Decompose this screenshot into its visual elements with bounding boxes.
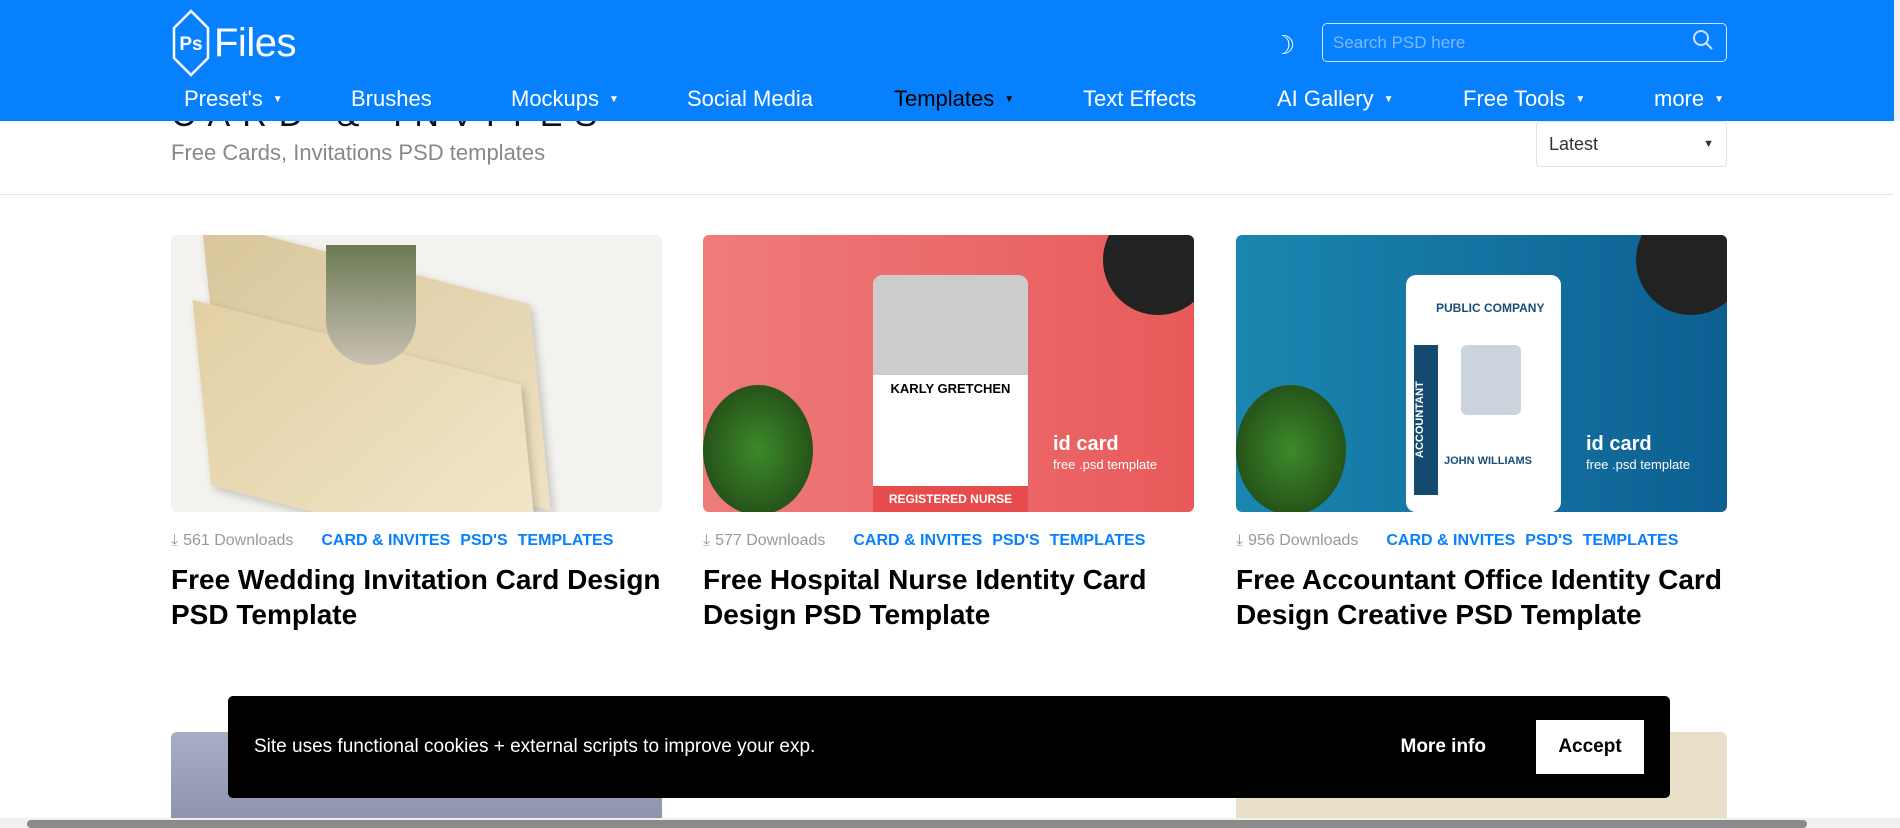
download-icon: ⤓ <box>1236 532 1244 549</box>
ps-hexagon-logo-icon: Ps <box>172 9 210 77</box>
nav-label: Mockups <box>511 86 600 111</box>
sort-select[interactable]: Latest ▼ <box>1536 121 1727 167</box>
tag-link[interactable]: PSD'S <box>1525 532 1572 550</box>
download-icon: ⤓ <box>171 532 179 549</box>
divider <box>0 194 1894 195</box>
tag-link[interactable]: TEMPLATES <box>518 532 614 550</box>
tag-link[interactable]: CARD & INVITES <box>321 532 450 550</box>
card-thumbnail[interactable] <box>171 235 662 512</box>
scrollbar-thumb[interactable] <box>27 820 1807 828</box>
id-role: REGISTERED NURSE <box>873 486 1028 512</box>
image-subcaption: free .psd template <box>1053 457 1158 472</box>
search-box <box>1322 23 1727 62</box>
site-logo[interactable]: Ps Files <box>171 8 296 78</box>
caret-down-icon: ▼ <box>1004 94 1015 105</box>
sort-value: Latest <box>1549 133 1599 154</box>
cookie-banner: Site uses functional cookies + external … <box>228 696 1670 798</box>
horizontal-scrollbar[interactable] <box>0 818 1900 828</box>
tag-link[interactable]: CARD & INVITES <box>853 532 982 550</box>
page-subtitle: Free Cards, Invitations PSD templates <box>171 140 546 165</box>
nav-more[interactable]: more ▼ <box>1654 86 1724 112</box>
caret-down-icon: ▼ <box>1575 94 1586 105</box>
downloads-label: 956 Downloads <box>1248 532 1359 549</box>
nav-templates[interactable]: Templates ▼ <box>894 86 1014 112</box>
caret-down-icon: ▼ <box>1714 94 1725 105</box>
nav-social-media[interactable]: Social Media <box>687 86 813 112</box>
search-input[interactable] <box>1323 32 1692 53</box>
image-caption: id card <box>1586 433 1652 455</box>
nav-label: Social Media <box>687 86 813 111</box>
id-company: PUBLIC COMPANY <box>1436 301 1545 315</box>
id-vertical-text: ACCOUNTANT <box>1414 345 1438 495</box>
product-card: KARLY GRETCHEN REGISTERED NURSE id card … <box>703 235 1194 632</box>
card-meta: ⤓ 956 Downloads CARD & INVITES PSD'S TEMP… <box>1236 532 1727 550</box>
downloads-count: ⤓ 561 Downloads <box>171 532 293 550</box>
image-caption: id card <box>1053 433 1119 455</box>
svg-text:Ps: Ps <box>179 34 202 55</box>
nav-label: Free Tools <box>1463 86 1566 111</box>
card-meta: ⤓ 561 Downloads CARD & INVITES PSD'S TEMP… <box>171 532 662 550</box>
logo-text: Files <box>214 20 296 65</box>
caret-down-icon: ▼ <box>609 94 619 105</box>
product-card: PUBLIC COMPANY ACCOUNTANT JOHN WILLIAMS … <box>1236 235 1727 632</box>
tag-link[interactable]: PSD'S <box>992 532 1039 550</box>
id-name: JOHN WILLIAMS <box>1444 455 1532 467</box>
card-title-link[interactable]: Free Hospital Nurse Identity Card Design… <box>703 562 1194 632</box>
cookie-message: Site uses functional cookies + external … <box>254 736 816 757</box>
nav-text-effects[interactable]: Text Effects <box>1083 86 1196 112</box>
nav-presets[interactable]: Preset's ▼ <box>184 86 283 112</box>
nav-label: Brushes <box>351 86 432 111</box>
nav-label: Preset's <box>184 86 263 111</box>
id-name: KARLY GRETCHEN <box>890 381 1011 396</box>
nav-label: Text Effects <box>1083 86 1197 111</box>
nav-label: AI Gallery <box>1277 86 1374 111</box>
image-subcaption: free .psd template <box>1586 457 1691 472</box>
tag-link[interactable]: PSD'S <box>460 532 507 550</box>
tag-link[interactable]: CARD & INVITES <box>1386 532 1515 550</box>
caret-down-icon: ▼ <box>1703 138 1714 150</box>
nav-label: more <box>1654 86 1705 111</box>
tag-link[interactable]: TEMPLATES <box>1050 532 1146 550</box>
downloads-count: ⤓ 956 Downloads <box>1236 532 1358 550</box>
search-icon[interactable] <box>1692 29 1726 56</box>
accept-cookies-button[interactable]: Accept <box>1536 720 1644 774</box>
nav-ai-gallery[interactable]: AI Gallery ▼ <box>1277 86 1394 112</box>
card-thumbnail[interactable]: KARLY GRETCHEN REGISTERED NURSE id card … <box>703 235 1194 512</box>
dark-mode-toggle-moon-icon[interactable]: ☽ <box>1272 30 1295 61</box>
downloads-label: 561 Downloads <box>183 532 294 549</box>
nav-brushes[interactable]: Brushes <box>351 86 432 112</box>
main-nav: Preset's ▼ Brushes Mockups ▼ Social Media … <box>0 86 1900 116</box>
nav-free-tools[interactable]: Free Tools ▼ <box>1463 86 1585 112</box>
downloads-count: ⤓ 577 Downloads <box>703 532 825 550</box>
site-header: Ps Files ☽ Preset's ▼ Brushes Mockups ▼ So… <box>0 0 1894 121</box>
card-thumbnail[interactable]: PUBLIC COMPANY ACCOUNTANT JOHN WILLIAMS … <box>1236 235 1727 512</box>
download-icon: ⤓ <box>703 532 711 549</box>
nav-label: Templates <box>894 86 995 111</box>
more-info-link[interactable]: More info <box>1401 736 1487 758</box>
caret-down-icon: ▼ <box>272 94 283 105</box>
card-meta: ⤓ 577 Downloads CARD & INVITES PSD'S TEMP… <box>703 532 1194 550</box>
product-card: ⤓ 561 Downloads CARD & INVITES PSD'S TEMP… <box>171 235 662 632</box>
card-title-link[interactable]: Free Wedding Invitation Card Design PSD … <box>171 562 662 632</box>
nav-mockups[interactable]: Mockups ▼ <box>511 86 619 112</box>
downloads-label: 577 Downloads <box>715 532 826 549</box>
card-title-link[interactable]: Free Accountant Office Identity Card Des… <box>1236 562 1727 632</box>
caret-down-icon: ▼ <box>1383 94 1394 105</box>
tag-link[interactable]: TEMPLATES <box>1583 532 1679 550</box>
